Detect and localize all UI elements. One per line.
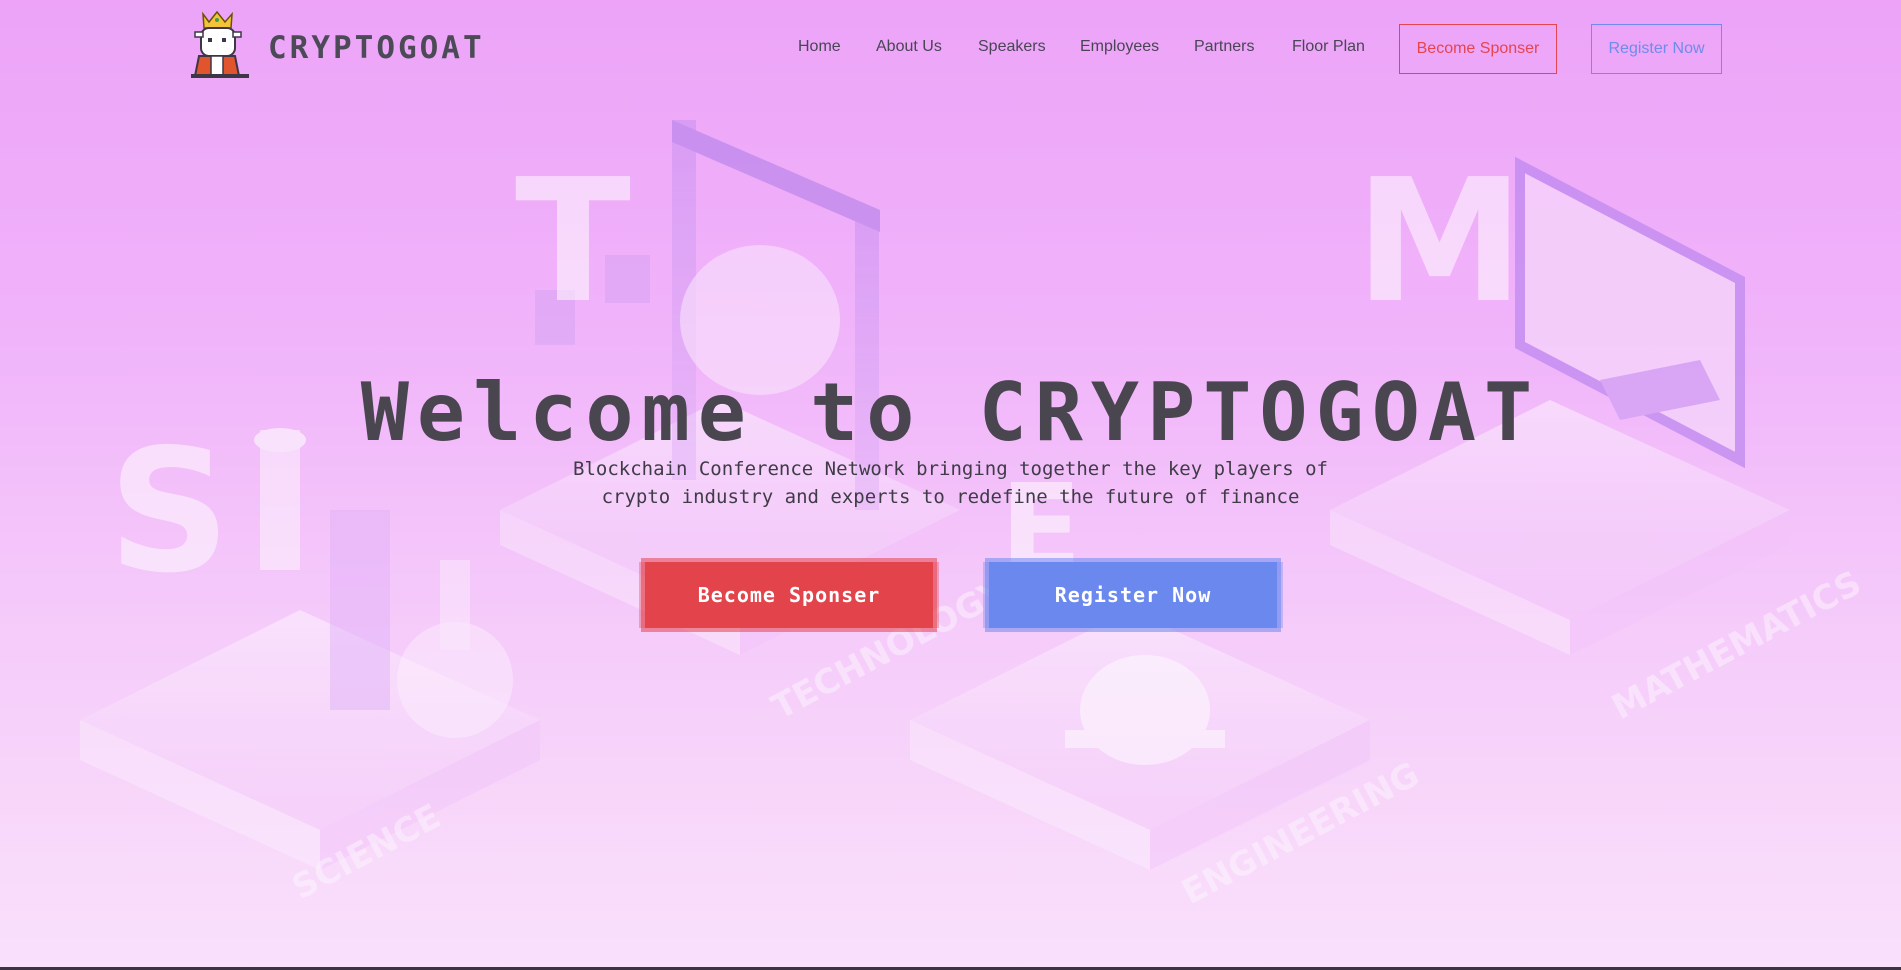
bg-label-mathematics: MATHEMATICS: [1605, 563, 1867, 728]
bg-letter-m: M: [1355, 143, 1524, 341]
hero-become-sponser-button[interactable]: Become Sponser: [645, 562, 933, 628]
nav-employees[interactable]: Employees: [1080, 38, 1159, 56]
platform-science: [80, 610, 540, 870]
site-header: CRYPTOGOAT Home About Us Speakers Employ…: [0, 0, 1901, 100]
bg-label-science: SCIENCE: [285, 797, 447, 908]
nav-speakers[interactable]: Speakers: [978, 38, 1046, 56]
nav-partners[interactable]: Partners: [1194, 38, 1254, 56]
helmet-illustration: [1065, 655, 1225, 765]
hero-title: Welcome to CRYPTOGOAT: [360, 365, 1541, 459]
platform-engineering: [910, 610, 1370, 870]
crowned-goat-icon[interactable]: [185, 10, 250, 82]
hero-register-now-button[interactable]: Register Now: [989, 562, 1277, 628]
nav-about-us[interactable]: About Us: [876, 38, 942, 56]
hero-subtitle-line-1: Blockchain Conference Network bringing t…: [573, 458, 1328, 480]
hero-subtitle: Blockchain Conference Network bringing t…: [0, 455, 1901, 511]
header-become-sponser-button[interactable]: Become Sponser: [1399, 24, 1557, 74]
bg-label-engineering: ENGINEERING: [1175, 754, 1425, 912]
nav-floor-plan[interactable]: Floor Plan: [1292, 38, 1365, 56]
hero-subtitle-line-2: crypto industry and experts to redefine …: [601, 486, 1300, 508]
header-register-now-button[interactable]: Register Now: [1591, 24, 1722, 74]
bg-letter-t: T: [515, 143, 631, 341]
nav-home[interactable]: Home: [798, 38, 841, 56]
brand-name[interactable]: CRYPTOGOAT: [268, 30, 485, 66]
